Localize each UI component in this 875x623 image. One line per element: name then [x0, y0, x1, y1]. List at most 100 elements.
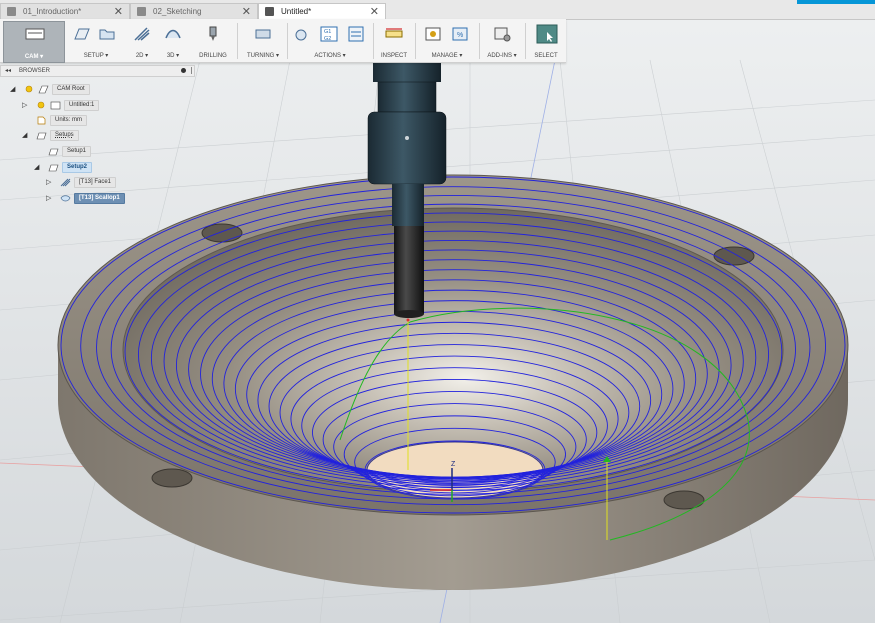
tab-02-sketching[interactable]: 02_Sketching ✕: [130, 3, 258, 19]
simulate-icon: [295, 29, 307, 41]
close-icon[interactable]: ✕: [370, 4, 379, 20]
close-icon[interactable]: ✕: [114, 4, 123, 20]
node-label: Setup2: [62, 162, 93, 173]
post-library-icon: %: [452, 27, 468, 41]
folder-icon: [99, 29, 115, 40]
setup-icon: [48, 163, 59, 172]
node-label: [T13] Face1: [74, 177, 117, 188]
turning-label: TURNING ▾: [246, 53, 279, 59]
actions-label: ACTIONS ▾: [314, 53, 346, 59]
2d-menu[interactable]: 2D ▾: [128, 21, 156, 61]
setups-folder-icon: [36, 131, 47, 140]
bore-bottom: [366, 441, 544, 499]
3d-menu[interactable]: 3D ▾: [158, 21, 188, 61]
collapsed-triangle-icon[interactable]: ▷: [46, 193, 51, 204]
document-icon: [7, 7, 16, 16]
3d-toolpath-icon: [165, 29, 181, 39]
post-process-icon: G1G2: [320, 26, 338, 42]
lightbulb-icon[interactable]: [24, 85, 34, 93]
svg-text:%: %: [457, 32, 463, 39]
select-label: SELECT: [534, 53, 558, 59]
svg-text:G2: G2: [324, 36, 331, 42]
separator: [415, 23, 416, 59]
workspace-switcher[interactable]: CAM ▾: [3, 21, 65, 63]
lightbulb-icon[interactable]: [36, 101, 46, 109]
tool-position-marker: [406, 318, 410, 322]
add-ins-label: ADD-INS ▾: [487, 53, 517, 59]
face-operation-icon: [60, 178, 71, 187]
turning-menu[interactable]: TURNING ▾: [242, 21, 284, 61]
node-label: Units: mm: [50, 115, 87, 126]
measure-icon: [385, 28, 403, 38]
document-tab-bar: 01_Introduction* ✕ 02_Sketching ✕ Untitl…: [0, 0, 875, 20]
workspace-label: CAM ▾: [24, 54, 44, 60]
browser-header[interactable]: ◂◂ BROWSER: [0, 65, 195, 77]
node-label: Setups: [50, 130, 79, 141]
separator: [479, 23, 480, 59]
setup-label: SETUP ▾: [83, 53, 109, 59]
manage-label: MANAGE ▾: [431, 53, 463, 59]
expanded-triangle-icon[interactable]: ◢: [10, 84, 15, 95]
separator: [525, 23, 526, 59]
document-icon: [36, 116, 46, 125]
node-label: Untitled:1: [64, 100, 100, 111]
setup-icon: [48, 147, 59, 156]
node-label: [T13] Scallop1: [74, 193, 125, 204]
collapse-panel-icon[interactable]: ◂◂: [5, 66, 11, 76]
bolt-hole: [713, 246, 755, 266]
svg-text:G1: G1: [324, 29, 331, 35]
drilling-menu[interactable]: DRILLING: [194, 21, 232, 61]
add-ins-menu[interactable]: ADD-INS ▾: [482, 21, 522, 61]
tab-01-introduction[interactable]: 01_Introduction* ✕: [0, 3, 130, 19]
tab-label: Untitled*: [281, 7, 312, 16]
manage-menu[interactable]: % MANAGE ▾: [418, 21, 476, 61]
bolt-hole: [663, 490, 705, 510]
inspect-label: INSPECT: [380, 53, 407, 59]
node-label: CAM Root: [52, 84, 90, 95]
tool-tip: [394, 310, 424, 318]
scripts-icon: [494, 27, 511, 42]
tab-label: 01_Introduction*: [23, 7, 82, 16]
actions-menu[interactable]: G1 G2 ACTIONS ▾: [290, 21, 370, 61]
separator: [373, 23, 374, 59]
3d-viewport[interactable]: Z: [0, 0, 875, 623]
document-icon: [137, 7, 146, 16]
node-label: Setup1: [62, 146, 92, 157]
window-accent: [797, 0, 875, 4]
browser-title: BROWSER: [19, 68, 51, 74]
document-icon: [265, 7, 274, 16]
spindle-highlight: [405, 136, 409, 140]
setup-icon: [74, 28, 90, 40]
separator: [237, 23, 238, 59]
inspect-menu[interactable]: INSPECT: [376, 21, 412, 61]
select-menu[interactable]: SELECT: [528, 21, 564, 61]
tool-holder: [367, 111, 447, 185]
close-icon[interactable]: ✕: [242, 4, 251, 20]
component-icon: [50, 101, 61, 110]
expanded-triangle-icon[interactable]: ◢: [34, 162, 39, 173]
tab-untitled[interactable]: Untitled* ✕: [258, 3, 386, 19]
collet: [392, 184, 424, 226]
collapsed-triangle-icon[interactable]: ▷: [22, 100, 27, 111]
cam-root-icon: [38, 85, 49, 94]
panel-divider: [191, 67, 192, 74]
expanded-triangle-icon[interactable]: ◢: [22, 130, 27, 141]
bolt-hole: [151, 468, 193, 488]
tool-library-icon: [425, 27, 441, 41]
setup-menu[interactable]: SETUP ▾: [68, 21, 124, 61]
2d-label: 2D ▾: [135, 53, 149, 59]
tab-label: 02_Sketching: [153, 7, 202, 16]
pin-icon[interactable]: [181, 68, 186, 73]
svg-text:Z: Z: [451, 461, 456, 468]
tool-shank: [394, 226, 424, 314]
drill-icon: [209, 26, 217, 41]
2d-toolpath-icon: [134, 27, 150, 41]
drilling-label: DRILLING: [199, 53, 227, 59]
cam-workspace-icon: [25, 28, 45, 40]
3d-label: 3D ▾: [166, 53, 180, 59]
cam-toolbar: CAM ▾ SETUP ▾ 2D ▾ 3D ▾ DRILLING TURNING…: [0, 19, 566, 63]
tool-holder-upper: [377, 81, 437, 113]
select-icon: [536, 24, 558, 44]
collapsed-triangle-icon[interactable]: ▷: [46, 177, 51, 188]
scallop-operation-icon: [60, 194, 71, 202]
